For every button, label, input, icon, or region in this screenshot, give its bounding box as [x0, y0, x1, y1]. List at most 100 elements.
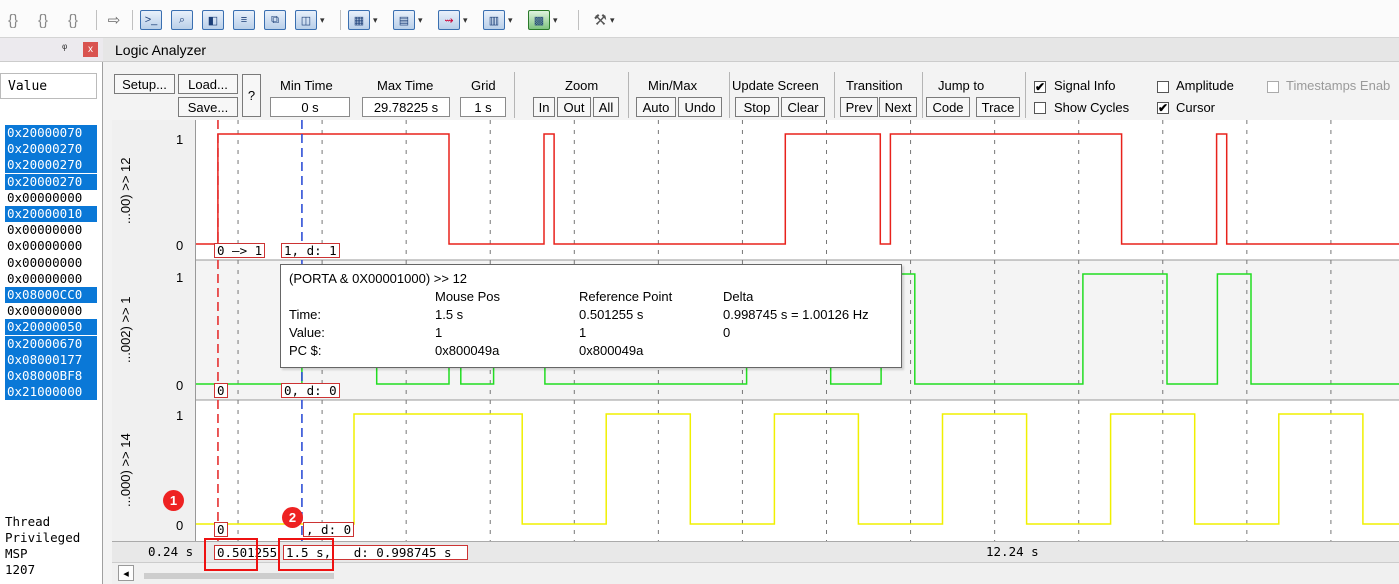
register-value[interactable]: 0x00000000: [5, 238, 97, 254]
value-column-header[interactable]: Value: [0, 73, 97, 99]
run-arrow-icon[interactable]: ⇨: [104, 8, 124, 32]
prev-button[interactable]: Prev: [840, 97, 878, 117]
symbols-button[interactable]: ◧: [202, 8, 224, 32]
register-value[interactable]: 0x20000270: [5, 157, 97, 174]
tooltip-pc-ref: 0x800049a: [579, 343, 644, 358]
register-value[interactable]: 0x20000010: [5, 206, 97, 222]
scroll-left-icon[interactable]: ◂: [118, 565, 134, 581]
tooltip-expression: (PORTA & 0X00001000) >> 12: [289, 271, 468, 286]
signal-1-cursor-value: 1, d: 1: [281, 243, 340, 258]
register-value[interactable]: 0x00000000: [5, 255, 97, 271]
tools-button[interactable]: ⚒ ▾: [586, 8, 622, 32]
zoom-in-button[interactable]: In: [533, 97, 555, 117]
signal-labels-column: ...00) >> 12 1 0 ...002) >> 1 1 0 ...000…: [112, 120, 196, 542]
cursor-delta: d: 0.998745 s: [353, 545, 452, 560]
serial-icon: ▤: [393, 10, 415, 30]
braces-icon-3[interactable]: {}: [64, 8, 82, 32]
jump-trace-button[interactable]: Trace: [976, 97, 1020, 117]
tooltip-row-label: Time:: [289, 307, 322, 322]
chevron-down-icon: ▾: [609, 14, 615, 25]
amplitude-checkbox[interactable]: [1157, 81, 1169, 93]
max-time-value: 29.78225 s: [362, 97, 450, 117]
registers-panel-header: ᵠ x: [0, 38, 103, 62]
zoom-all-button[interactable]: All: [593, 97, 619, 117]
signal-info-label: Signal Info: [1054, 78, 1116, 93]
register-value[interactable]: 0x00000000: [5, 271, 97, 287]
register-value[interactable]: 0x00000000: [5, 222, 97, 238]
register-value[interactable]: 0x20000050: [5, 319, 97, 336]
register-value[interactable]: 0x08000CC0: [5, 287, 97, 303]
axis-right-label: 12.24 s: [986, 544, 1039, 559]
stop-button[interactable]: Stop: [735, 97, 779, 117]
signal-name-3[interactable]: ...000) >> 14: [118, 410, 142, 530]
min-time-value: 0 s: [270, 97, 350, 117]
load-button[interactable]: Load...: [178, 74, 238, 94]
signal-3-low-label: 0: [176, 518, 184, 533]
signal-2-ref-value: 0: [214, 383, 228, 398]
signal-3-high-label: 1: [176, 408, 184, 423]
window-title: Logic Analyzer: [103, 38, 1399, 62]
signal-name-1[interactable]: ...00) >> 12: [118, 130, 142, 252]
thread-mode-label: Thread: [5, 514, 51, 529]
scroll-thumb[interactable]: [144, 573, 334, 579]
jump-to-label: Jump to: [938, 78, 985, 93]
setup-button[interactable]: Setup...: [114, 74, 175, 94]
register-value[interactable]: 0x20000270: [5, 173, 97, 190]
pin-icon[interactable]: ᵠ: [62, 41, 67, 55]
register-value[interactable]: 0x20000070: [5, 125, 97, 141]
watch-button[interactable]: ◫ ▾: [295, 8, 325, 32]
chevron-down-icon: ▾: [508, 14, 513, 25]
braces-icon-1[interactable]: {}: [4, 8, 22, 32]
register-value[interactable]: 0x21000000: [5, 384, 97, 401]
tooltip-col-delta: Delta: [723, 289, 754, 304]
tools-icon: ⚒: [593, 12, 607, 29]
help-button[interactable]: ?: [242, 74, 261, 117]
timestamps-checkbox[interactable]: [1267, 81, 1279, 93]
register-value[interactable]: 0x00000000: [5, 190, 97, 206]
register-value[interactable]: 0x20000270: [5, 141, 97, 158]
braces-icon-2[interactable]: {}: [34, 8, 52, 32]
cursor-checkbox[interactable]: ✔: [1157, 102, 1169, 114]
signal-1-high-label: 1: [176, 132, 184, 147]
axis-start-label: 0.24 s: [148, 544, 194, 559]
separator: [628, 72, 629, 118]
tooltip-col-mouse: Mouse Pos: [435, 289, 501, 304]
update-screen-label: Update Screen: [732, 78, 819, 93]
register-value[interactable]: 0x20000670: [5, 335, 97, 352]
signal-name-2[interactable]: ...002) >> 1: [118, 270, 142, 390]
zoom-label: Zoom: [565, 78, 599, 93]
register-value[interactable]: 0x08000BF8: [5, 368, 97, 384]
registers-button[interactable]: ≡: [233, 8, 255, 32]
close-icon[interactable]: x: [83, 42, 98, 57]
trace-button[interactable]: ▥ ▾: [483, 8, 513, 32]
disassembly-icon: ⌕: [171, 10, 193, 30]
register-value[interactable]: 0x00000000: [5, 303, 97, 319]
memory-button[interactable]: ▦ ▾: [348, 8, 378, 32]
undo-button[interactable]: Undo: [678, 97, 722, 117]
show-cycles-checkbox[interactable]: [1034, 102, 1046, 114]
tooltip-time-ref: 0.501255 s: [579, 307, 644, 322]
save-button[interactable]: Save...: [178, 97, 238, 117]
signal-3-ref-value: 0: [214, 522, 228, 537]
signal-2-high-label: 1: [176, 270, 184, 285]
separator: [514, 72, 515, 118]
analysis-button[interactable]: ⇝ ▾: [438, 8, 468, 32]
chevron-down-icon: ▾: [373, 14, 378, 25]
tooltip-col-ref: Reference Point: [579, 289, 673, 304]
memory-icon: ▦: [348, 10, 370, 30]
jump-code-button[interactable]: Code: [926, 97, 970, 117]
system-viewer-button[interactable]: ▩ ▾: [528, 8, 558, 32]
clear-button[interactable]: Clear: [781, 97, 825, 117]
disassembly-button[interactable]: ⌕: [171, 8, 193, 32]
zoom-out-button[interactable]: Out: [557, 97, 591, 117]
register-value[interactable]: 0x08000177: [5, 351, 97, 368]
serial-button[interactable]: ▤ ▾: [393, 8, 423, 32]
call-stack-button[interactable]: ⧉: [264, 8, 286, 32]
states-count-label: 1207: [5, 562, 36, 577]
signal-info-checkbox[interactable]: ✔: [1034, 81, 1046, 93]
show-cycles-label: Show Cycles: [1054, 100, 1130, 115]
separator: [834, 72, 835, 118]
next-button[interactable]: Next: [879, 97, 917, 117]
auto-button[interactable]: Auto: [636, 97, 676, 117]
command-window-button[interactable]: >_: [140, 8, 162, 32]
